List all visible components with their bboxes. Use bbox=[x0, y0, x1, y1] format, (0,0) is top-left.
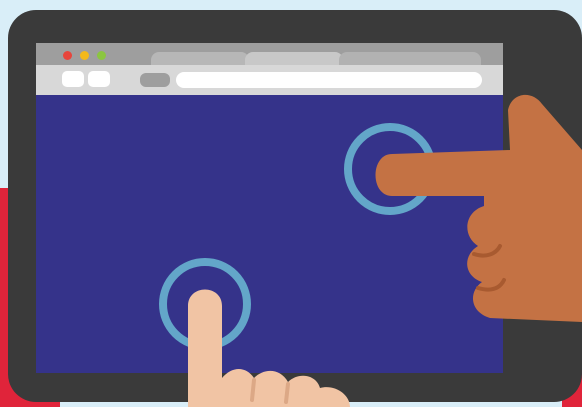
pointing-hand-icon bbox=[188, 289, 350, 407]
touch-gesture-illustration bbox=[159, 94, 582, 407]
